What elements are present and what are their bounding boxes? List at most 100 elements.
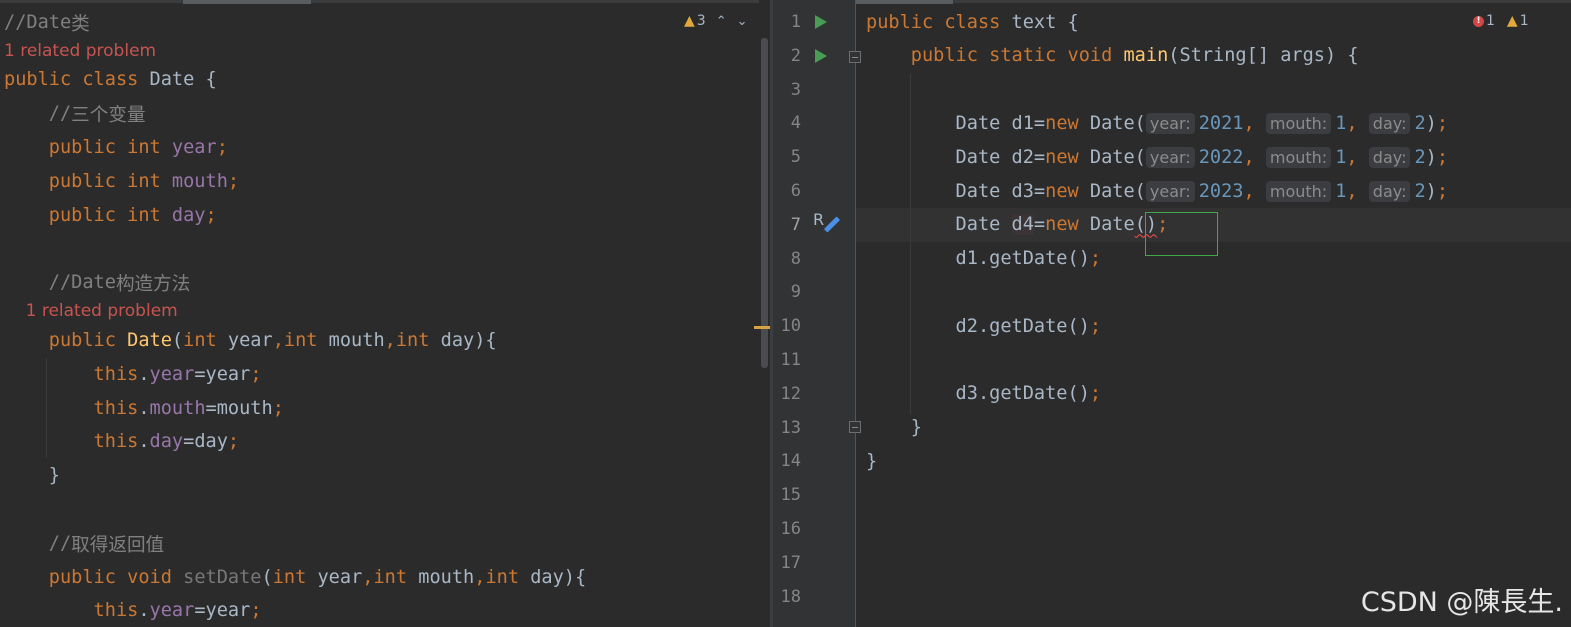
fold-icon[interactable] bbox=[849, 421, 861, 433]
code-line[interactable]: } bbox=[866, 444, 877, 478]
code-token: public static void bbox=[866, 45, 1124, 67]
code-line[interactable]: public class text { bbox=[866, 5, 1079, 39]
code-token: public int bbox=[4, 204, 172, 226]
recursion-icon[interactable]: R bbox=[813, 210, 824, 229]
line-number[interactable]: 2 bbox=[773, 39, 801, 73]
line-number[interactable]: 10 bbox=[773, 309, 801, 343]
code-token: Date( bbox=[1089, 112, 1146, 134]
code-token: Date { bbox=[149, 69, 217, 91]
line-number[interactable]: 4 bbox=[773, 106, 801, 140]
line-number[interactable]: 14 bbox=[773, 444, 801, 478]
line-number[interactable]: 9 bbox=[773, 275, 801, 309]
code-token: , bbox=[362, 566, 374, 588]
line-number[interactable]: 1 bbox=[773, 5, 801, 39]
code-token: 2 bbox=[1414, 180, 1426, 202]
code-token: this bbox=[4, 600, 139, 622]
code-token: ) bbox=[1425, 180, 1437, 202]
line-number[interactable]: 18 bbox=[773, 580, 801, 614]
code-line[interactable]: this. mouth =mouth; bbox=[4, 391, 284, 425]
code-token: ; bbox=[227, 431, 240, 453]
code-token: this bbox=[4, 431, 139, 453]
horizontal-scroll-thumb[interactable] bbox=[183, 0, 311, 4]
code-token: Date bbox=[1089, 214, 1135, 236]
line-number[interactable]: 8 bbox=[773, 242, 801, 276]
code-token: this bbox=[4, 363, 139, 385]
chevron-down-icon[interactable]: ⌄ bbox=[737, 14, 748, 29]
code-token: day){ bbox=[440, 329, 497, 351]
code-token: ; bbox=[1089, 248, 1102, 270]
line-number[interactable]: 13 bbox=[773, 411, 801, 445]
code-line[interactable]: d2.getDate(); bbox=[866, 309, 1102, 343]
code-token: . bbox=[138, 363, 150, 385]
code-line[interactable]: this. year =year; bbox=[4, 594, 262, 627]
code-token: d4 bbox=[1011, 214, 1034, 236]
code-token: 类 bbox=[71, 13, 90, 35]
line-number[interactable]: 16 bbox=[773, 512, 801, 546]
inspection-widget[interactable]: ▲ 3 ⌃ ⌄ bbox=[684, 13, 748, 29]
code-token: = bbox=[1033, 214, 1046, 236]
chevron-up-icon[interactable]: ⌃ bbox=[716, 14, 727, 29]
code-line[interactable]: //三个变量 bbox=[4, 97, 146, 131]
code-token: =day bbox=[183, 431, 228, 453]
code-token: 2 bbox=[1414, 112, 1426, 134]
code-line[interactable]: public static void main (String[] args) { bbox=[866, 39, 1359, 73]
code-token: ; bbox=[227, 170, 240, 192]
code-line[interactable]: d1.getDate(); bbox=[866, 242, 1102, 276]
parameter-hint: year: bbox=[1145, 112, 1195, 134]
code-token: this bbox=[4, 397, 139, 419]
code-line[interactable]: //取得返回值 bbox=[4, 526, 164, 560]
code-line[interactable]: public void setDate(int year, int mouth, i… bbox=[4, 560, 586, 594]
code-token: . bbox=[138, 397, 150, 419]
code-token: public class bbox=[866, 11, 1012, 33]
line-number[interactable]: 11 bbox=[773, 343, 801, 377]
code-line[interactable]: this. day =day; bbox=[4, 425, 240, 459]
code-line[interactable]: public int year; bbox=[4, 130, 228, 164]
code-line[interactable]: this. year =year; bbox=[4, 357, 262, 391]
line-number[interactable]: 3 bbox=[773, 73, 801, 107]
code-token: ; bbox=[250, 363, 262, 385]
inspection-widget[interactable]: ! 1 ▲ 1 bbox=[1473, 13, 1529, 29]
code-line[interactable]: } bbox=[866, 411, 922, 445]
code-line[interactable]: Date d4 = new Date(); bbox=[866, 208, 1168, 242]
line-number[interactable]: 15 bbox=[773, 478, 801, 512]
right-editor-pane[interactable]: 1 2 3 4 5 6 7 8 9 10 11 12 13 14 15 16 17 18 R public cla… bbox=[773, 0, 1571, 627]
code-line[interactable]: Date d1= new Date(year: 2021, mouth: 1, day… bbox=[866, 106, 1448, 140]
code-token: =mouth bbox=[205, 397, 273, 419]
code-line[interactable]: public class Date { bbox=[4, 63, 217, 97]
code-token: ; bbox=[216, 136, 228, 158]
error-stripe-marker[interactable] bbox=[754, 326, 770, 329]
code-token: 2021 bbox=[1198, 112, 1244, 134]
left-editor-pane[interactable]: //Date 类 1 related problem public class Dat… bbox=[0, 0, 770, 627]
run-icon[interactable] bbox=[815, 49, 827, 63]
line-number[interactable]: 5 bbox=[773, 140, 801, 174]
run-icon[interactable] bbox=[815, 15, 827, 29]
vertical-scroll-thumb[interactable] bbox=[761, 38, 768, 368]
code-token: ) bbox=[1425, 146, 1437, 168]
code-line[interactable]: public int mouth; bbox=[4, 164, 239, 198]
code-line[interactable]: public int day; bbox=[4, 198, 217, 232]
warnings-count: 1 bbox=[1519, 13, 1529, 29]
code-token: ; bbox=[1089, 383, 1102, 405]
code-line[interactable]: //Date 构造方法 bbox=[4, 266, 191, 300]
code-token: Date d1= bbox=[866, 112, 1046, 134]
line-number[interactable]: 6 bbox=[773, 174, 801, 208]
code-token: mouth bbox=[328, 329, 385, 351]
line-number[interactable]: 12 bbox=[773, 377, 801, 411]
code-token: , bbox=[1346, 180, 1369, 202]
fold-icon[interactable] bbox=[849, 51, 861, 63]
code-line[interactable]: } bbox=[4, 459, 60, 493]
code-token: d2.getDate() bbox=[866, 315, 1090, 337]
code-line[interactable]: d3.getDate(); bbox=[866, 377, 1102, 411]
related-problem-hint[interactable]: 1 related problem bbox=[4, 299, 178, 323]
code-line[interactable]: Date d3= new Date(year: 2023, mouth: 1, day… bbox=[866, 174, 1448, 208]
code-token: . bbox=[138, 600, 150, 622]
line-number[interactable]: 17 bbox=[773, 546, 801, 580]
code-line[interactable]: public Date(int year, int mouth, int day){ bbox=[4, 323, 497, 357]
line-number[interactable]: 7 bbox=[773, 208, 801, 242]
code-line[interactable]: Date d2= new Date(year: 2022, mouth: 1, day… bbox=[866, 140, 1448, 174]
code-token: year bbox=[149, 363, 195, 385]
related-problem-hint[interactable]: 1 related problem bbox=[4, 39, 156, 63]
code-line[interactable]: //Date 类 bbox=[4, 5, 90, 39]
code-token: public bbox=[4, 329, 128, 351]
code-token: day bbox=[149, 431, 184, 453]
